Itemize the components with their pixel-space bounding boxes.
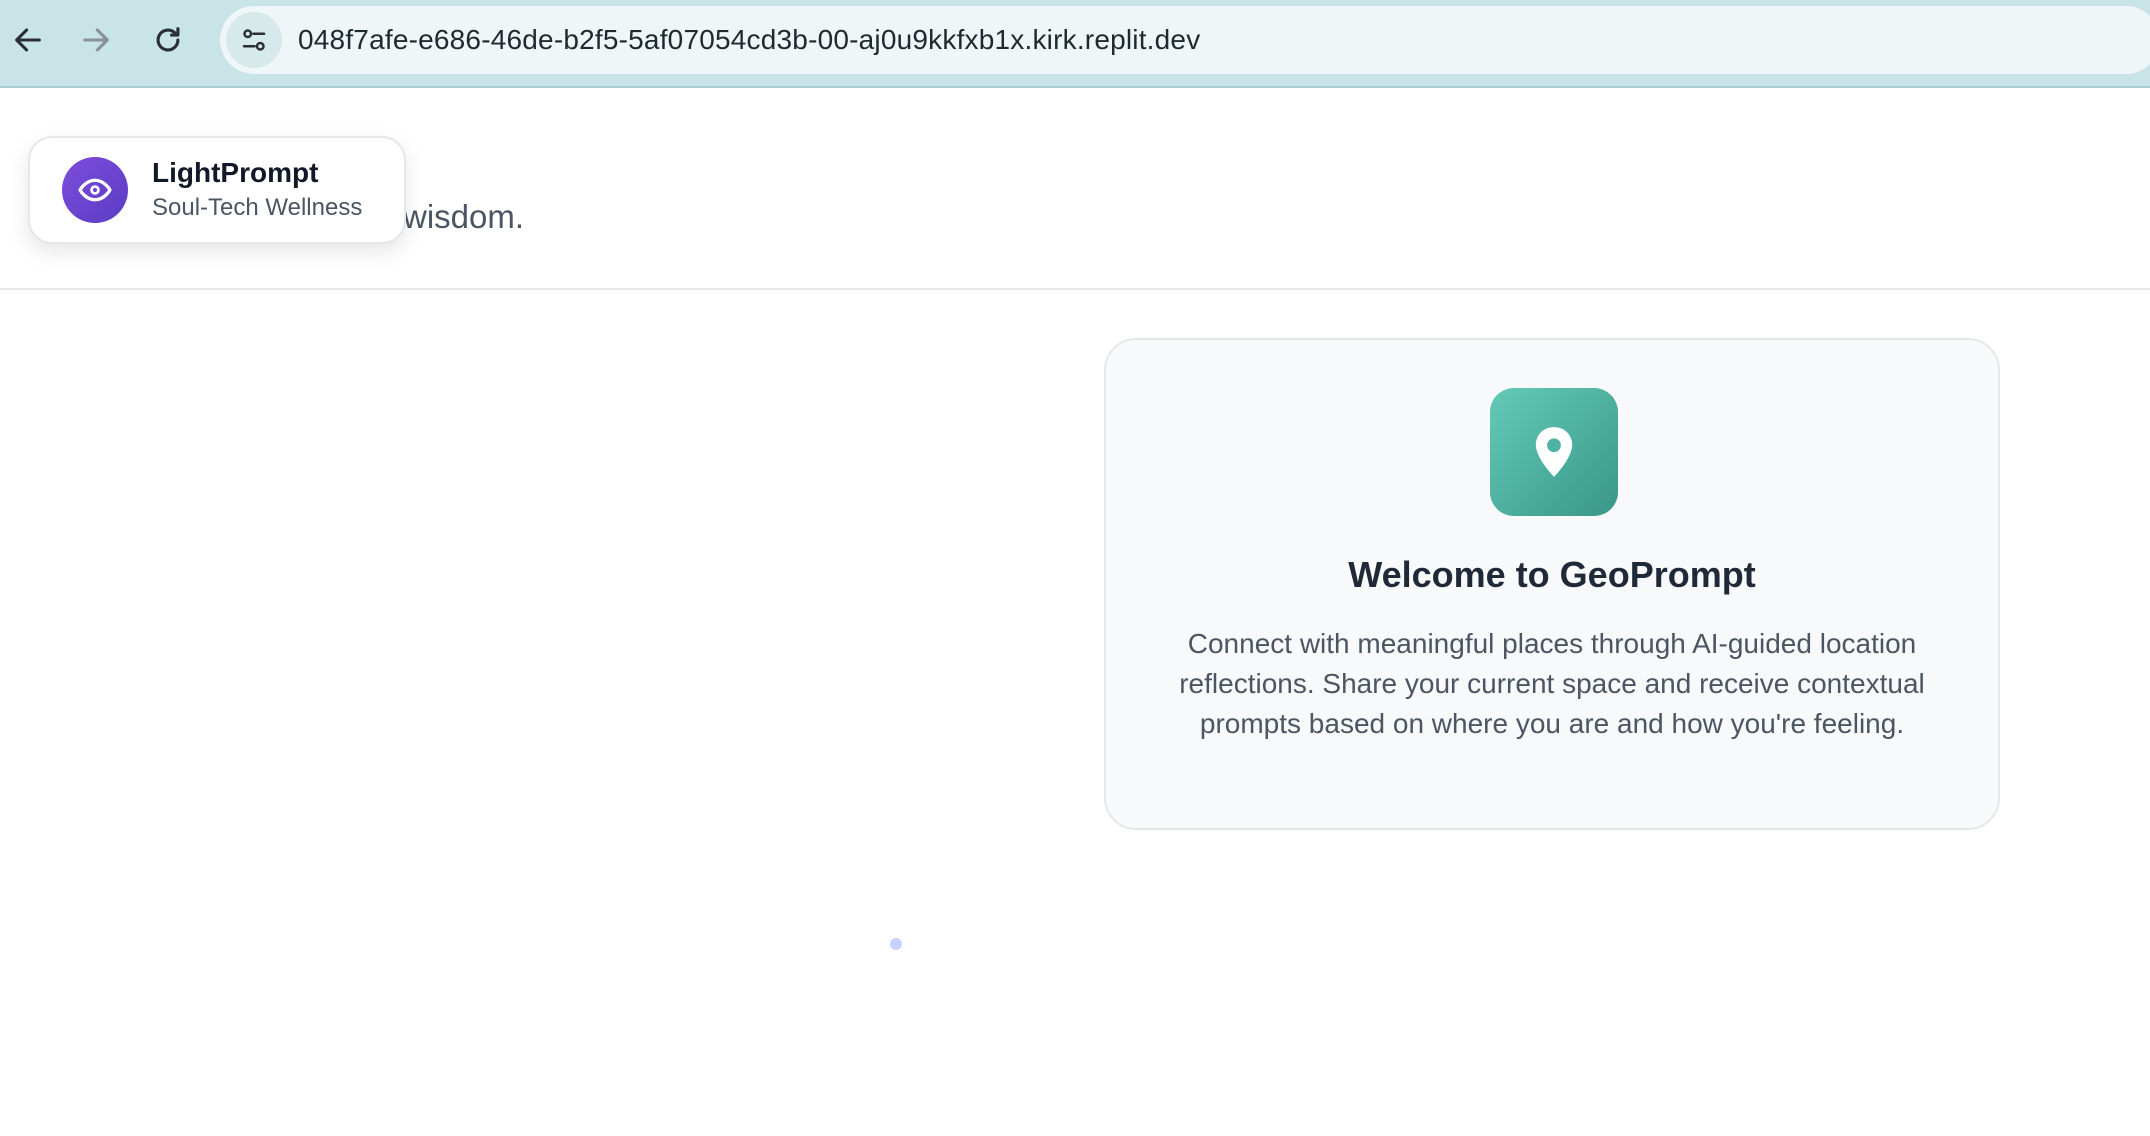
arrow-left-icon — [15, 28, 41, 52]
address-bar[interactable]: 048f7afe-e686-46de-b2f5-5af07054cd3b-00-… — [220, 6, 2150, 74]
brand-name: LightPrompt — [152, 157, 319, 188]
reload-button[interactable] — [140, 12, 196, 68]
reload-icon — [156, 27, 180, 52]
brand-logo — [62, 157, 128, 223]
arrow-right-icon — [83, 28, 109, 52]
brand-card[interactable]: LightPrompt Soul-Tech Wellness — [28, 136, 406, 244]
eye-icon — [78, 178, 112, 202]
back-button[interactable] — [0, 12, 56, 68]
url-text[interactable]: 048f7afe-e686-46de-b2f5-5af07054cd3b-00-… — [298, 24, 1200, 56]
site-info-button[interactable] — [226, 12, 282, 68]
brand-text: LightPrompt Soul-Tech Wellness — [152, 156, 362, 224]
map-pin-icon — [1535, 427, 1573, 477]
geoprompt-icon-tile — [1490, 388, 1618, 516]
welcome-title: Welcome to GeoPrompt — [1348, 554, 1756, 595]
browser-toolbar: 048f7afe-e686-46de-b2f5-5af07054cd3b-00-… — [0, 0, 2150, 88]
tune-icon — [242, 29, 266, 51]
forward-button[interactable] — [68, 12, 124, 68]
welcome-description: Connect with meaningful places through A… — [1179, 628, 1925, 739]
loading-dot — [890, 938, 902, 950]
hero-tagline: wisdom. — [403, 198, 525, 235]
geoprompt-welcome-card: Welcome to GeoPrompt Connect with meanin… — [1104, 338, 2000, 830]
brand-subtitle: Soul-Tech Wellness — [152, 194, 363, 221]
